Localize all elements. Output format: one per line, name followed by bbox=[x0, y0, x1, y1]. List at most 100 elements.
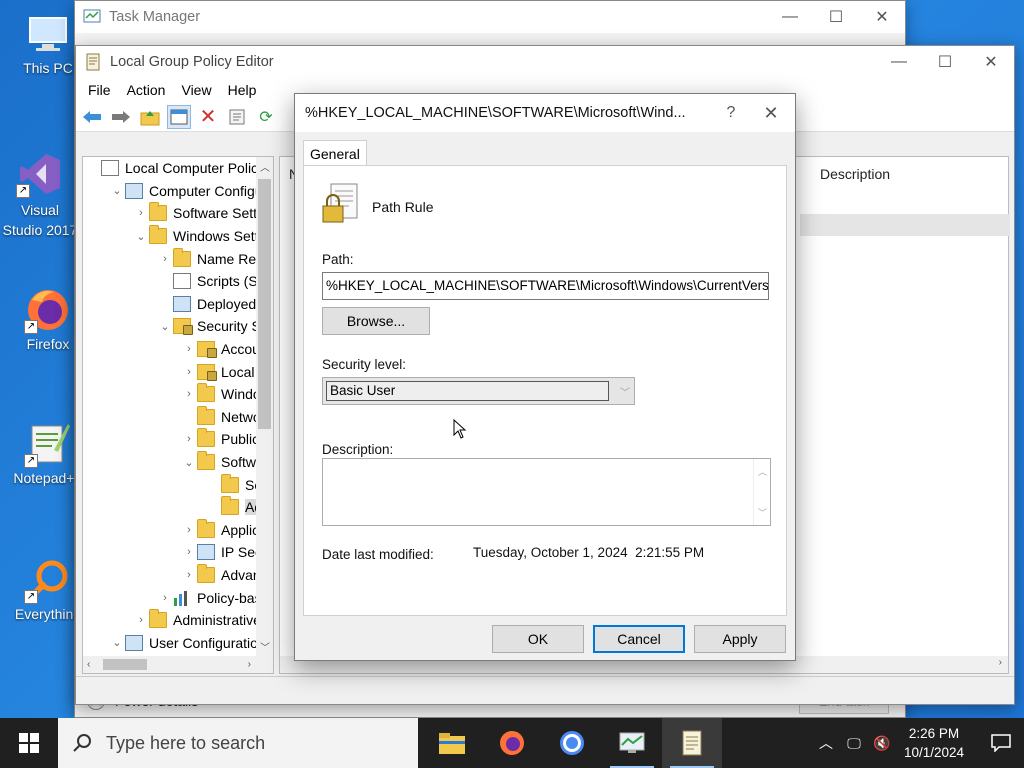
tree-item[interactable]: › Public Key Policies bbox=[83, 428, 261, 451]
scroll-up-arrow-icon[interactable]: ︿ bbox=[260, 159, 270, 174]
tree-item-label: Administrative Templates bbox=[173, 612, 261, 629]
volume-muted-icon[interactable]: 🔇 bbox=[868, 735, 896, 752]
tree-item[interactable]: › Software Settings bbox=[83, 202, 261, 225]
taskbar-file-explorer[interactable] bbox=[422, 718, 482, 768]
collapsed-chevron-icon[interactable]: › bbox=[181, 569, 197, 581]
tree-item[interactable]: ⌄ Security Settings bbox=[83, 315, 261, 338]
collapsed-chevron-icon[interactable]: › bbox=[181, 524, 197, 536]
tree-item[interactable]: › Application Control Policies bbox=[83, 518, 261, 542]
tree-item[interactable]: › Local Policies bbox=[83, 360, 261, 383]
tree-item[interactable]: › Policy-based QoS bbox=[83, 586, 261, 609]
browse-button[interactable]: Browse... bbox=[322, 307, 430, 335]
apply-button[interactable]: Apply bbox=[694, 625, 786, 653]
clock[interactable]: 2:26 PM 10/1/2024 bbox=[896, 724, 978, 762]
ok-button[interactable]: OK bbox=[492, 625, 584, 653]
tree-item[interactable]: › Administrative Templates bbox=[83, 609, 261, 632]
expanded-chevron-icon[interactable]: ⌄ bbox=[133, 230, 149, 243]
notification-center-button[interactable] bbox=[978, 734, 1024, 752]
tab-strip: General bbox=[303, 140, 367, 166]
back-arrow-icon[interactable] bbox=[80, 105, 104, 129]
tree-item[interactable]: Scripts (Startup/Shutdown) bbox=[83, 270, 261, 293]
start-button[interactable] bbox=[0, 718, 58, 768]
description-field[interactable]: ︿ ﹀ bbox=[322, 458, 771, 526]
taskbar-group-policy-editor[interactable] bbox=[662, 718, 722, 768]
menu-help[interactable]: Help bbox=[220, 82, 265, 98]
expanded-chevron-icon[interactable]: ⌄ bbox=[181, 456, 197, 469]
description-scrollbar[interactable]: ︿ ﹀ bbox=[753, 459, 770, 525]
tree-horizontal-scrollbar[interactable]: ‹ › bbox=[83, 656, 273, 673]
network-icon[interactable]: 🖵 bbox=[840, 735, 868, 752]
tree-item[interactable]: Local Computer Policy bbox=[83, 157, 261, 180]
close-button[interactable]: ✕ bbox=[968, 46, 1014, 78]
scroll-up-arrow-icon[interactable]: ︿ bbox=[758, 465, 767, 478]
taskbar-task-manager[interactable] bbox=[602, 718, 662, 768]
column-header-description[interactable]: Description bbox=[820, 166, 890, 182]
collapsed-chevron-icon[interactable]: › bbox=[181, 343, 197, 355]
menu-file[interactable]: File bbox=[80, 82, 119, 98]
collapsed-chevron-icon[interactable]: › bbox=[181, 366, 197, 378]
tree-item[interactable]: Security Levels bbox=[83, 473, 261, 496]
scroll-right-arrow-icon[interactable]: › bbox=[248, 659, 251, 670]
delete-icon[interactable]: ✕ bbox=[196, 105, 220, 129]
help-button[interactable]: ? bbox=[711, 94, 751, 132]
expanded-chevron-icon[interactable]: ⌄ bbox=[109, 636, 125, 649]
show-hide-tree-icon[interactable] bbox=[167, 104, 191, 129]
scroll-left-arrow-icon[interactable]: ‹ bbox=[87, 659, 90, 670]
folder-icon bbox=[149, 225, 167, 245]
cancel-button[interactable]: Cancel bbox=[593, 625, 685, 653]
menu-view[interactable]: View bbox=[173, 82, 219, 98]
refresh-icon[interactable]: ⟳ bbox=[254, 105, 278, 129]
path-rule-properties-dialog[interactable]: %HKEY_LOCAL_MACHINE\SOFTWARE\Microsoft\W… bbox=[294, 93, 796, 661]
expanded-chevron-icon[interactable]: ⌄ bbox=[157, 320, 173, 333]
tree-item[interactable]: ⌄ Windows Settings bbox=[83, 225, 261, 248]
collapsed-chevron-icon[interactable]: › bbox=[181, 433, 197, 445]
tree-item[interactable]: › IP Security Policies bbox=[83, 541, 261, 564]
forward-arrow-icon[interactable] bbox=[109, 105, 133, 129]
chevron-up-icon[interactable]: ︿ bbox=[812, 733, 840, 753]
collapsed-chevron-icon[interactable]: › bbox=[133, 614, 149, 626]
maximize-button[interactable]: ☐ bbox=[813, 1, 859, 33]
maximize-button[interactable]: ☐ bbox=[922, 46, 968, 78]
path-rule-lock-icon bbox=[321, 182, 361, 229]
tree-item[interactable]: › Name Resolution Policy bbox=[83, 247, 261, 270]
taskbar-chrome[interactable] bbox=[542, 718, 602, 768]
tree-item[interactable]: ⌄ Software Restriction Policies bbox=[83, 451, 261, 474]
computer-icon bbox=[125, 634, 143, 651]
collapsed-chevron-icon[interactable]: › bbox=[181, 388, 197, 400]
date-modified-label: Date last modified: bbox=[322, 547, 434, 562]
scroll-right-arrow-icon[interactable]: › bbox=[999, 657, 1002, 668]
search-box[interactable]: Type here to search bbox=[58, 718, 418, 768]
scroll-thumb[interactable] bbox=[258, 179, 271, 429]
scroll-thumb[interactable] bbox=[103, 659, 147, 670]
close-button[interactable]: ✕ bbox=[751, 94, 791, 132]
tree-item[interactable]: Network List Manager bbox=[83, 405, 261, 429]
tree-item[interactable]: ⌄ User Configuration bbox=[83, 631, 261, 654]
properties-icon[interactable] bbox=[225, 105, 249, 129]
selected-rule-row[interactable] bbox=[800, 214, 1010, 236]
collapsed-chevron-icon[interactable]: › bbox=[157, 253, 173, 265]
tree-item[interactable]: › Account Policies bbox=[83, 338, 261, 361]
minimize-button[interactable]: — bbox=[876, 46, 922, 78]
menu-action[interactable]: Action bbox=[119, 82, 174, 98]
tree-item[interactable]: Deployed Printers bbox=[83, 293, 261, 316]
close-button[interactable]: ✕ bbox=[859, 1, 905, 33]
up-folder-icon[interactable] bbox=[138, 105, 162, 129]
collapsed-chevron-icon[interactable]: › bbox=[133, 207, 149, 219]
desktop-icon-visual-studio[interactable]: ↗ Visual Studio 2017 bbox=[0, 150, 80, 240]
tree-item-label: Network List Manager bbox=[221, 408, 261, 425]
tree-item[interactable]: › Advanced Audit Policy bbox=[83, 563, 261, 587]
scroll-down-arrow-icon[interactable]: ﹀ bbox=[260, 639, 270, 654]
expanded-chevron-icon[interactable]: ⌄ bbox=[109, 184, 125, 197]
tab-general[interactable]: General bbox=[303, 140, 367, 166]
tree-vertical-scrollbar[interactable]: ︿ ﹀ bbox=[256, 157, 273, 656]
collapsed-chevron-icon[interactable]: › bbox=[181, 546, 197, 558]
minimize-button[interactable]: — bbox=[767, 1, 813, 33]
collapsed-chevron-icon[interactable]: › bbox=[157, 592, 173, 604]
scroll-down-arrow-icon[interactable]: ﹀ bbox=[758, 506, 767, 519]
tree-item[interactable]: ⌄ Computer Configuration bbox=[83, 180, 261, 203]
taskbar-firefox[interactable] bbox=[482, 718, 542, 768]
path-field[interactable]: %HKEY_LOCAL_MACHINE\SOFTWARE\Microsoft\W… bbox=[322, 272, 769, 300]
tree-item-selected[interactable]: Additional Rules bbox=[83, 496, 261, 519]
security-level-select[interactable]: Basic User ﹀ bbox=[322, 377, 635, 405]
tree-item[interactable]: › Windows Firewall bbox=[83, 383, 261, 406]
